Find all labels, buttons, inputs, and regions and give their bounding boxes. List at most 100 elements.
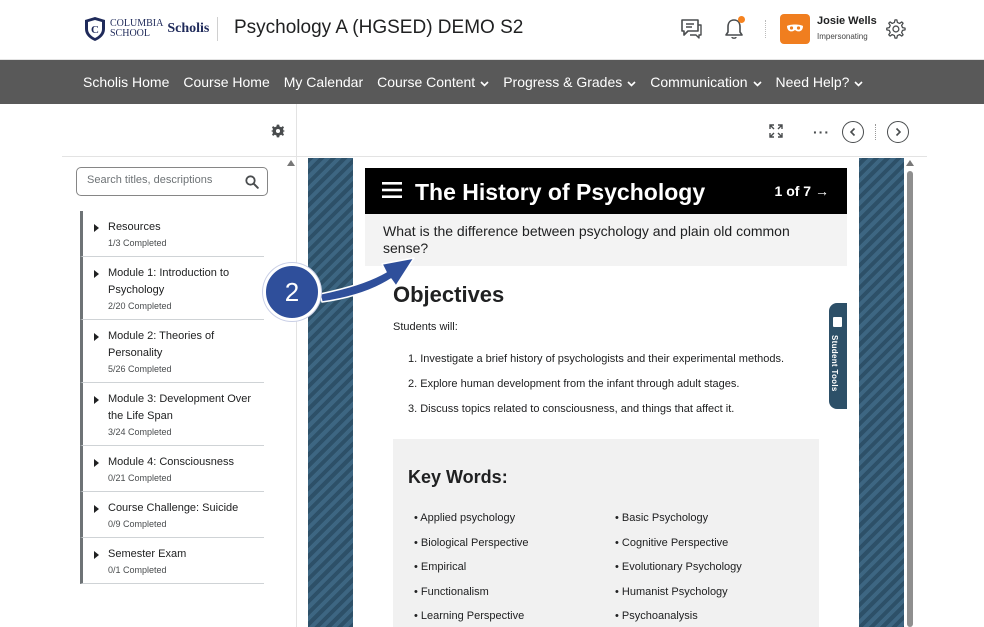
nav-item-label: Need Help? (775, 74, 850, 90)
chat-icon (681, 19, 702, 39)
student-tools-tab[interactable]: Student Tools (829, 303, 847, 409)
fullscreen-button[interactable] (769, 124, 783, 143)
nav-item-label: Course Content (377, 74, 476, 90)
avatar[interactable] (780, 14, 810, 44)
module-title: Resources (108, 221, 161, 233)
mask-icon (787, 24, 803, 32)
chevron-left-icon (849, 127, 856, 137)
chevron-right-icon (895, 127, 902, 137)
module-progress: 3/24 Completed (108, 427, 172, 437)
key-words-column-right: • Basic Psychology • Cognitive Perspectiv… (615, 506, 742, 627)
logo-wordmark: COLUMBIA SCHOOL (110, 18, 164, 39)
content-page: The History of Psychology 1 of 7 → What … (353, 158, 859, 627)
nav-item-my-calendar[interactable]: My Calendar (284, 74, 363, 90)
gear-icon (886, 19, 906, 39)
page-indicator[interactable]: 1 of 7 → (775, 183, 829, 199)
nav-item-course-content[interactable]: Course Content (377, 74, 489, 90)
chevron-down-icon (752, 79, 762, 90)
divider (217, 17, 218, 41)
caret-right-icon[interactable] (94, 333, 99, 341)
module-progress: 2/20 Completed (108, 301, 172, 311)
objective-item: 1. Investigate a brief history of psycho… (408, 353, 785, 365)
message-alerts-button[interactable] (678, 16, 704, 42)
content-scrollbar[interactable] (905, 158, 915, 627)
more-options-icon[interactable]: ··· (813, 124, 830, 140)
divider (765, 20, 766, 38)
module-title: Module 4: Consciousness (108, 456, 234, 468)
module-progress: 0/21 Completed (108, 473, 172, 483)
toolbox-icon (833, 317, 842, 327)
lesson-banner: The History of Psychology 1 of 7 → (365, 168, 847, 214)
caret-right-icon[interactable] (94, 551, 99, 559)
scroll-up-arrow[interactable] (287, 160, 295, 166)
lesson-title: The History of Psychology (415, 179, 706, 205)
notifications-button[interactable] (721, 16, 747, 42)
module-progress: 0/9 Completed (108, 519, 167, 529)
callout-arrow-icon (319, 257, 415, 303)
module-item[interactable]: Module 4: Consciousness 0/21 Completed (80, 446, 264, 492)
table-of-contents-settings-button[interactable] (270, 124, 286, 143)
key-word-item: • Biological Perspective (414, 536, 529, 549)
module-title: Module 3: Development Over the Life Span (108, 393, 252, 422)
module-item[interactable]: Course Challenge: Suicide 0/9 Completed (80, 492, 264, 538)
nav-item-course-home[interactable]: Course Home (183, 74, 269, 90)
search-input[interactable] (87, 174, 237, 186)
module-progress: 5/26 Completed (108, 364, 172, 374)
menu-icon[interactable] (382, 181, 402, 199)
search-box (76, 167, 268, 196)
nav-item-label: Scholis Home (83, 74, 170, 90)
caret-right-icon[interactable] (94, 505, 99, 513)
objective-item: 2. Explore human development from the in… (408, 378, 740, 390)
module-item[interactable]: Module 2: Theories of Personality 5/26 Co… (80, 320, 264, 383)
school-logo[interactable]: C COLUMBIA SCHOOL Scholis (84, 14, 209, 44)
divider (297, 156, 927, 157)
chevron-down-icon (627, 79, 636, 90)
caret-right-icon[interactable] (94, 270, 99, 278)
key-word-item: • Applied psychology (414, 512, 516, 524)
key-word-item: • Learning Perspective (414, 610, 525, 622)
module-list: Resources 1/3 Completed Module 1: Introduc… (80, 211, 264, 584)
module-item[interactable]: Resources 1/3 Completed (80, 211, 264, 257)
key-word-item: • Basic Psychology (615, 512, 709, 524)
previous-topic-button[interactable] (842, 121, 864, 143)
divider (875, 124, 876, 140)
chevron-down-icon (480, 79, 489, 90)
nav-item-progress-grades[interactable]: Progress & Grades (503, 74, 636, 90)
nav-item-label: My Calendar (283, 74, 364, 90)
module-title: Module 1: Introduction to Psychology (108, 267, 230, 296)
nav-item-communication[interactable]: Communication (650, 74, 762, 90)
module-title: Semester Exam (108, 548, 187, 560)
scroll-up-arrow[interactable] (906, 160, 914, 166)
caret-right-icon[interactable] (94, 459, 99, 467)
caret-right-icon[interactable] (94, 396, 99, 404)
settings-button[interactable] (882, 16, 908, 42)
nav-item-label: Course Home (183, 74, 270, 90)
module-item[interactable]: Semester Exam 0/1 Completed (80, 538, 264, 584)
user-status: Impersonating (817, 32, 868, 41)
key-word-item: • Psychoanalysis (615, 610, 698, 622)
module-progress: 0/1 Completed (108, 565, 167, 575)
key-words-column-left: • Applied psychology • Biological Perspec… (414, 506, 529, 627)
key-word-item: • Evolutionary Psychology (615, 561, 742, 573)
module-item[interactable]: Module 1: Introduction to Psychology 2/20… (80, 257, 264, 320)
scrollbar-thumb[interactable] (907, 171, 913, 627)
next-topic-button[interactable] (887, 121, 909, 143)
search-icon[interactable] (245, 175, 259, 189)
key-words-heading: Key Words: (408, 467, 508, 487)
chevron-down-icon (854, 79, 864, 90)
page-indicator-text: 1 of 7 (774, 183, 812, 199)
expand-icon (769, 124, 783, 138)
caret-right-icon[interactable] (94, 224, 99, 232)
objective-item: 3. Discuss topics related to consciousne… (408, 403, 735, 415)
module-title: Module 2: Theories of Personality (108, 330, 215, 359)
objectives-list: 1. Investigate a brief history of psycho… (408, 347, 838, 422)
key-word-item: • Empirical (414, 561, 467, 573)
course-title[interactable]: Psychology A (HGSED) DEMO S2 (234, 17, 523, 39)
nav-item-need-help[interactable]: Need Help? (776, 74, 864, 90)
nav-item-scholis-home[interactable]: Scholis Home (83, 74, 169, 90)
user-name[interactable]: Josie Wells (817, 15, 877, 27)
nav-list: Scholis Home Course Home My Calendar Course… (83, 74, 877, 90)
student-tools-label: Student Tools (830, 335, 839, 392)
divider (62, 156, 296, 157)
module-item[interactable]: Module 3: Development Over the Life Span… (80, 383, 264, 446)
